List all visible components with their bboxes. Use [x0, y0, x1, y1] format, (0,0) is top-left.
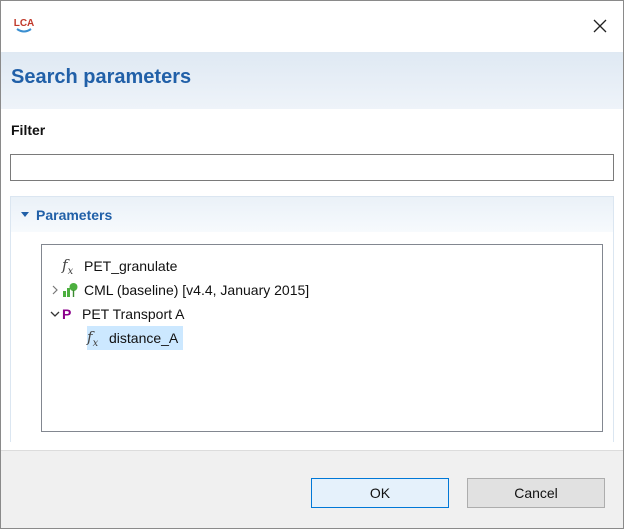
section-title: Parameters: [36, 206, 113, 223]
parameters-section-body: fx PET_granulate CML (baseline) [v4.4, J…: [10, 232, 614, 442]
tree-item-selected[interactable]: fx distance_A: [87, 326, 184, 350]
lca-logo-text: LCA: [14, 18, 34, 29]
tree-item-label: PET_granulate: [84, 258, 178, 274]
tree-item[interactable]: fx PET_granulate: [48, 254, 177, 278]
tree-item-label: PET Transport A: [82, 306, 185, 322]
close-icon: [593, 19, 607, 33]
formula-icon: fx: [87, 327, 99, 349]
chevron-down-icon[interactable]: [21, 211, 29, 219]
button-bar: OK Cancel: [1, 450, 623, 528]
cancel-button[interactable]: Cancel: [467, 478, 605, 508]
formula-icon: fx: [62, 255, 74, 277]
filter-input[interactable]: [10, 154, 614, 181]
dialog-header: Search parameters: [1, 52, 623, 109]
title-bar: LCA: [1, 1, 623, 51]
tree-item[interactable]: P PET Transport A: [48, 302, 184, 326]
parameters-section-header[interactable]: Parameters: [10, 196, 614, 232]
tree-item[interactable]: CML (baseline) [v4.4, January 2015]: [48, 278, 309, 302]
chevron-down-icon[interactable]: [48, 307, 62, 321]
page-title: Search parameters: [11, 66, 192, 88]
close-button[interactable]: [577, 1, 623, 51]
filter-label: Filter: [11, 122, 46, 138]
process-icon: P: [62, 306, 72, 322]
lca-logo-icon: LCA: [14, 15, 34, 35]
search-parameters-dialog: LCA Search parameters Filter Parameters …: [0, 0, 624, 529]
impact-method-icon: [62, 282, 82, 298]
tree-item-label: CML (baseline) [v4.4, January 2015]: [84, 282, 310, 298]
tree-item-label: distance_A: [109, 330, 179, 346]
chevron-right-icon[interactable]: [48, 283, 62, 297]
ok-button[interactable]: OK: [311, 478, 449, 508]
parameter-tree[interactable]: fx PET_granulate CML (baseline) [v4.4, J…: [41, 244, 603, 432]
